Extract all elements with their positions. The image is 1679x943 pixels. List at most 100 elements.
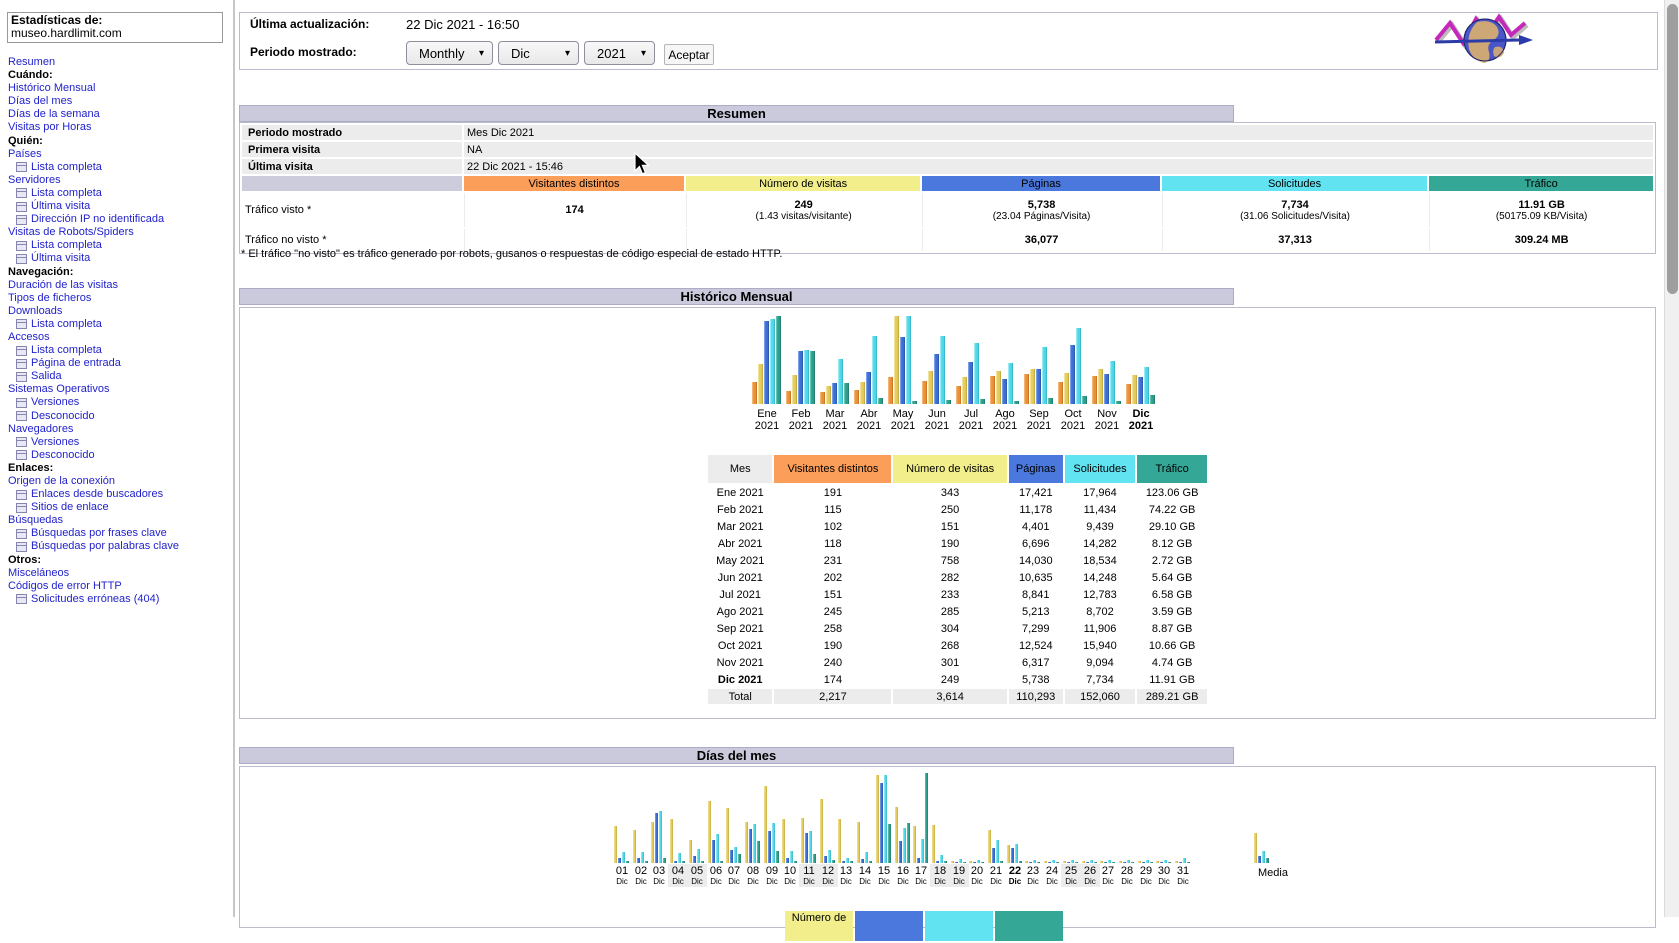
bar [712, 840, 715, 863]
sidebar-subitem[interactable]: Versiones [8, 396, 229, 409]
table-cell: 240 [774, 655, 891, 670]
sidebar-subitem[interactable]: Última visita [8, 252, 229, 265]
sidebar-sublink[interactable]: Lista completa [31, 161, 102, 174]
day-bar-group [651, 811, 667, 863]
bar [1168, 862, 1171, 863]
sidebar-sublink[interactable]: Versiones [31, 436, 79, 449]
column-header: Número de [785, 911, 853, 941]
sidebar-sublink[interactable]: Sitios de enlace [31, 501, 109, 514]
sidebar-sublink[interactable]: Dirección IP no identificada [31, 213, 164, 226]
bar [1164, 860, 1167, 863]
sidebar-link[interactable]: Histórico Mensual [8, 82, 229, 95]
accept-button[interactable]: Aceptar [664, 44, 714, 65]
sidebar-subitem[interactable]: Página de entrada [8, 357, 229, 370]
month-label: Nov2021 [1090, 408, 1124, 432]
sidebar-link[interactable]: Servidores [8, 174, 229, 187]
sidebar-subitem[interactable]: Búsquedas por frases clave [8, 527, 229, 540]
mouse-cursor-icon [634, 152, 650, 176]
sidebar-subitem[interactable]: Lista completa [8, 161, 229, 174]
table-cell: 14,248 [1065, 570, 1135, 585]
detail-icon [16, 490, 27, 500]
day-bar-group [689, 840, 705, 863]
sidebar-link[interactable]: Países [8, 148, 229, 161]
table-cell: 6,317 [1009, 655, 1063, 670]
sidebar-sublink[interactable]: Última visita [31, 252, 90, 265]
table-cell: 6,696 [1009, 536, 1063, 551]
sidebar-sublink[interactable]: Solicitudes erróneas (404) [31, 593, 159, 606]
bar [633, 830, 636, 863]
sidebar-link[interactable]: Accesos [8, 331, 229, 344]
sidebar-sublink[interactable]: Búsquedas por frases clave [31, 527, 167, 540]
bar [1082, 396, 1087, 404]
day-bar-group [726, 808, 742, 863]
sidebar-link[interactable]: Visitas de Robots/Spiders [8, 226, 229, 239]
sidebar-subitem[interactable]: Versiones [8, 436, 229, 449]
bar [951, 861, 954, 863]
sidebar-subitem[interactable]: Salida [8, 370, 229, 383]
info-label: Periodo mostrado [242, 125, 462, 140]
sidebar-link[interactable]: Tipos de ficheros [8, 292, 229, 305]
sidebar-link[interactable]: Misceláneos [8, 567, 229, 580]
month-select[interactable]: Dic ▾ [498, 41, 579, 65]
table-cell: Total [708, 689, 772, 704]
bar [758, 364, 763, 404]
sidebar-link[interactable]: Resumen [8, 56, 229, 69]
bar [1056, 862, 1059, 863]
sidebar-link[interactable]: Origen de la conexión [8, 475, 229, 488]
sidebar-sublink[interactable]: Lista completa [31, 318, 102, 331]
sidebar-link[interactable]: Códigos de error HTTP [8, 580, 229, 593]
sidebar-link[interactable]: Duración de las visitas [8, 279, 229, 292]
sidebar-sublink[interactable]: Página de entrada [31, 357, 121, 370]
detail-icon [16, 319, 27, 329]
bar [720, 861, 723, 863]
bar [1029, 862, 1032, 863]
sidebar-link[interactable]: Sistemas Operativos [8, 383, 229, 396]
period-type-select[interactable]: Monthly ▾ [406, 41, 493, 65]
sidebar-sublink[interactable]: Búsquedas por palabras clave [31, 540, 179, 553]
sidebar-sublink[interactable]: Lista completa [31, 239, 102, 252]
sidebar-subitem[interactable]: Búsquedas por palabras clave [8, 540, 229, 553]
sidebar-sublink[interactable]: Lista completa [31, 187, 102, 200]
sidebar-sublink[interactable]: Enlaces desde buscadores [31, 488, 163, 501]
year-select[interactable]: 2021 ▾ [584, 41, 655, 65]
table-cell: 17,964 [1065, 485, 1135, 500]
sidebar-link[interactable]: Navegadores [8, 423, 229, 436]
sidebar-link[interactable]: Visitas por Horas [8, 121, 229, 134]
scrollbar-thumb[interactable] [1667, 4, 1678, 294]
sidebar-subitem[interactable]: Lista completa [8, 344, 229, 357]
sidebar-sublink[interactable]: Desconocido [31, 449, 95, 462]
value-main: 36,077 [926, 234, 1157, 246]
vertical-scrollbar[interactable] [1664, 0, 1679, 917]
sidebar-subitem[interactable]: Desconocido [8, 449, 229, 462]
monthly-bar-group [1092, 361, 1122, 404]
table-cell: 268 [893, 638, 1006, 653]
sidebar-subitem[interactable]: Lista completa [8, 187, 229, 200]
sidebar-subitem[interactable]: Enlaces desde buscadores [8, 488, 229, 501]
sidebar-link[interactable]: Downloads [8, 305, 229, 318]
table-cell: 151 [893, 519, 1006, 534]
sidebar-subitem[interactable]: Lista completa [8, 318, 229, 331]
day-label: 20Dic [967, 864, 987, 887]
sidebar-sublink[interactable]: Versiones [31, 396, 79, 409]
sidebar-subitem[interactable]: Desconocido [8, 410, 229, 423]
sidebar-subitem[interactable]: Lista completa [8, 239, 229, 252]
sidebar-sublink[interactable]: Desconocido [31, 410, 95, 423]
table-row: Jun 202120228210,63514,2485.64 GB [708, 570, 1207, 585]
sidebar-subitem[interactable]: Solicitudes erróneas (404) [8, 593, 229, 606]
bar [968, 362, 973, 404]
sidebar-link[interactable]: Días del mes [8, 95, 229, 108]
column-header: Visitantes distintos [464, 176, 684, 191]
sidebar-link[interactable]: Búsquedas [8, 514, 229, 527]
sidebar-subitem[interactable]: Dirección IP no identificada [8, 213, 229, 226]
sidebar-link[interactable]: Días de la semana [8, 108, 229, 121]
bar [651, 822, 654, 863]
sidebar-subitem[interactable]: Sitios de enlace [8, 501, 229, 514]
sidebar-subitem[interactable]: Última visita [8, 200, 229, 213]
bar [838, 819, 841, 863]
bar [988, 830, 991, 863]
sidebar-sublink[interactable]: Salida [31, 370, 62, 383]
bar [1044, 861, 1047, 863]
sidebar-sublink[interactable]: Última visita [31, 200, 90, 213]
table-cell: 250 [893, 502, 1006, 517]
sidebar-sublink[interactable]: Lista completa [31, 344, 102, 357]
